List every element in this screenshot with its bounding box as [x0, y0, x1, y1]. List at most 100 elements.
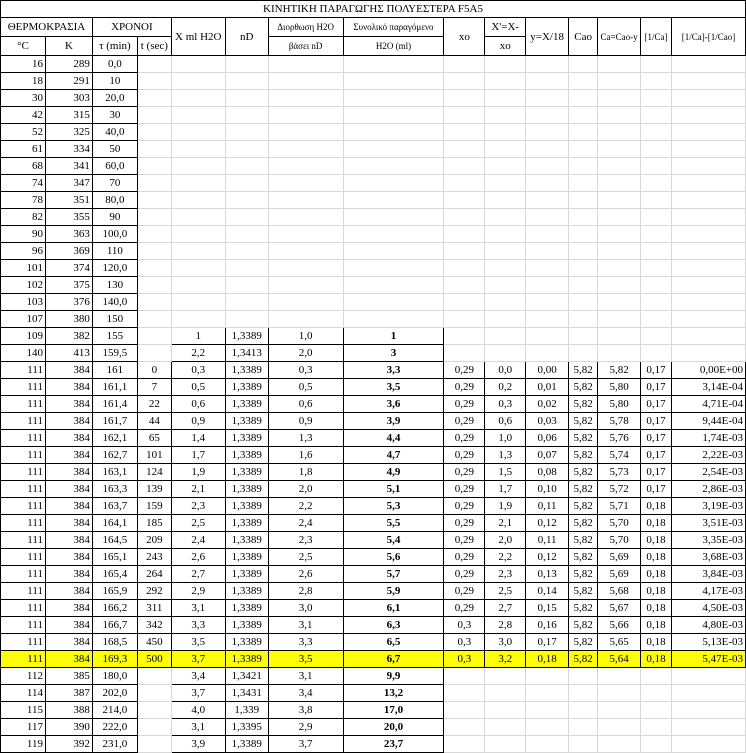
- cell-inv-ca[interactable]: 0,17: [640, 480, 673, 498]
- cell-xo[interactable]: 0,29: [443, 361, 486, 379]
- cell-total-h2o[interactable]: 4,7: [342, 446, 445, 464]
- cell-t-sec[interactable]: 22: [136, 395, 172, 413]
- cell-xo[interactable]: [443, 89, 486, 107]
- cell-tau-min[interactable]: 162,7: [91, 446, 138, 464]
- cell-corrected-h2o[interactable]: 3,3: [267, 633, 344, 651]
- cell-x-ml-h2o[interactable]: 2,9: [170, 582, 226, 600]
- cell-kelvin[interactable]: 388: [44, 701, 93, 719]
- cell-y[interactable]: [525, 701, 570, 719]
- cell-kelvin[interactable]: 384: [44, 361, 93, 379]
- cell-diff-inv-ca[interactable]: [671, 242, 746, 260]
- cell-ca[interactable]: [597, 140, 642, 158]
- cell-total-h2o[interactable]: [342, 72, 445, 90]
- cell-t-sec[interactable]: [136, 225, 172, 243]
- cell-inv-ca[interactable]: [640, 157, 673, 175]
- cell-total-h2o[interactable]: [342, 174, 445, 192]
- cell-total-h2o[interactable]: 3,3: [342, 361, 445, 379]
- cell-corrected-h2o[interactable]: [267, 208, 344, 226]
- cell-celsius[interactable]: 111: [0, 616, 46, 634]
- cell-t-sec[interactable]: 209: [136, 531, 172, 549]
- cell-t-sec[interactable]: [136, 140, 172, 158]
- cell-total-h2o[interactable]: 6,7: [342, 650, 445, 668]
- cell-corrected-h2o[interactable]: 3,5: [267, 650, 344, 668]
- cell-corrected-h2o[interactable]: [267, 174, 344, 192]
- cell-total-h2o[interactable]: 5,7: [342, 565, 445, 583]
- cell-cao[interactable]: [568, 327, 599, 345]
- cell-tau-min[interactable]: 163,7: [91, 497, 138, 515]
- cell-tau-min[interactable]: 60,0: [91, 157, 138, 175]
- cell-x-prime[interactable]: 0,2: [484, 378, 527, 396]
- cell-nd[interactable]: [224, 225, 269, 243]
- cell-diff-inv-ca[interactable]: [671, 310, 746, 328]
- cell-total-h2o[interactable]: [342, 208, 445, 226]
- cell-nd[interactable]: 1,3389: [224, 548, 269, 566]
- cell-x-prime[interactable]: [484, 208, 527, 226]
- cell-x-ml-h2o[interactable]: 0,9: [170, 412, 226, 430]
- cell-nd[interactable]: 1,3389: [224, 412, 269, 430]
- cell-y[interactable]: [525, 344, 570, 362]
- cell-tau-min[interactable]: 30: [91, 106, 138, 124]
- cell-celsius[interactable]: 30: [0, 89, 46, 107]
- cell-corrected-h2o[interactable]: 3,8: [267, 701, 344, 719]
- cell-y[interactable]: [525, 140, 570, 158]
- cell-total-h2o[interactable]: [342, 157, 445, 175]
- cell-tau-min[interactable]: 150: [91, 310, 138, 328]
- cell-tau-min[interactable]: 214,0: [91, 701, 138, 719]
- cell-celsius[interactable]: 111: [0, 650, 46, 668]
- cell-y[interactable]: 0,12: [525, 514, 570, 532]
- cell-nd[interactable]: [224, 174, 269, 192]
- cell-inv-ca[interactable]: [640, 123, 673, 141]
- cell-x-prime[interactable]: 0,3: [484, 395, 527, 413]
- cell-corrected-h2o[interactable]: 0,9: [267, 412, 344, 430]
- cell-tau-min[interactable]: 80,0: [91, 191, 138, 209]
- cell-xo[interactable]: [443, 310, 486, 328]
- cell-ca[interactable]: 5,69: [597, 548, 642, 566]
- cell-tau-min[interactable]: 120,0: [91, 259, 138, 277]
- cell-x-prime[interactable]: 2,2: [484, 548, 527, 566]
- cell-y[interactable]: 0,10: [525, 480, 570, 498]
- cell-celsius[interactable]: 82: [0, 208, 46, 226]
- cell-x-prime[interactable]: [484, 89, 527, 107]
- cell-total-h2o[interactable]: 3,9: [342, 412, 445, 430]
- cell-cao[interactable]: [568, 293, 599, 311]
- cell-ca[interactable]: [597, 123, 642, 141]
- cell-t-sec[interactable]: 342: [136, 616, 172, 634]
- cell-x-prime[interactable]: [484, 191, 527, 209]
- cell-x-ml-h2o[interactable]: 0,5: [170, 378, 226, 396]
- cell-kelvin[interactable]: 375: [44, 276, 93, 294]
- cell-diff-inv-ca[interactable]: [671, 327, 746, 345]
- cell-cao[interactable]: 5,82: [568, 412, 599, 430]
- cell-kelvin[interactable]: 341: [44, 157, 93, 175]
- cell-x-prime[interactable]: [484, 106, 527, 124]
- cell-x-prime[interactable]: [484, 344, 527, 362]
- cell-diff-inv-ca[interactable]: [671, 174, 746, 192]
- cell-corrected-h2o[interactable]: [267, 276, 344, 294]
- cell-xo[interactable]: [443, 276, 486, 294]
- cell-kelvin[interactable]: 384: [44, 429, 93, 447]
- cell-y[interactable]: [525, 174, 570, 192]
- cell-cao[interactable]: 5,82: [568, 531, 599, 549]
- cell-t-sec[interactable]: [136, 259, 172, 277]
- cell-x-ml-h2o[interactable]: 1: [170, 327, 226, 345]
- cell-kelvin[interactable]: 384: [44, 395, 93, 413]
- cell-nd[interactable]: [224, 123, 269, 141]
- cell-kelvin[interactable]: 385: [44, 667, 93, 685]
- cell-cao[interactable]: [568, 225, 599, 243]
- cell-x-prime[interactable]: 0,0: [484, 361, 527, 379]
- cell-kelvin[interactable]: 325: [44, 123, 93, 141]
- cell-ca[interactable]: 5,73: [597, 463, 642, 481]
- cell-cao[interactable]: [568, 242, 599, 260]
- cell-xo[interactable]: [443, 208, 486, 226]
- cell-kelvin[interactable]: 390: [44, 718, 93, 736]
- cell-celsius[interactable]: 111: [0, 514, 46, 532]
- cell-tau-min[interactable]: 165,1: [91, 548, 138, 566]
- cell-tau-min[interactable]: 140,0: [91, 293, 138, 311]
- cell-xo[interactable]: 0,3: [443, 616, 486, 634]
- cell-cao[interactable]: 5,82: [568, 616, 599, 634]
- cell-total-h2o[interactable]: 4,9: [342, 463, 445, 481]
- cell-nd[interactable]: 1,3389: [224, 599, 269, 617]
- cell-ca[interactable]: 5,74: [597, 446, 642, 464]
- cell-xo[interactable]: [443, 106, 486, 124]
- cell-celsius[interactable]: 111: [0, 378, 46, 396]
- cell-inv-ca[interactable]: 0,17: [640, 361, 673, 379]
